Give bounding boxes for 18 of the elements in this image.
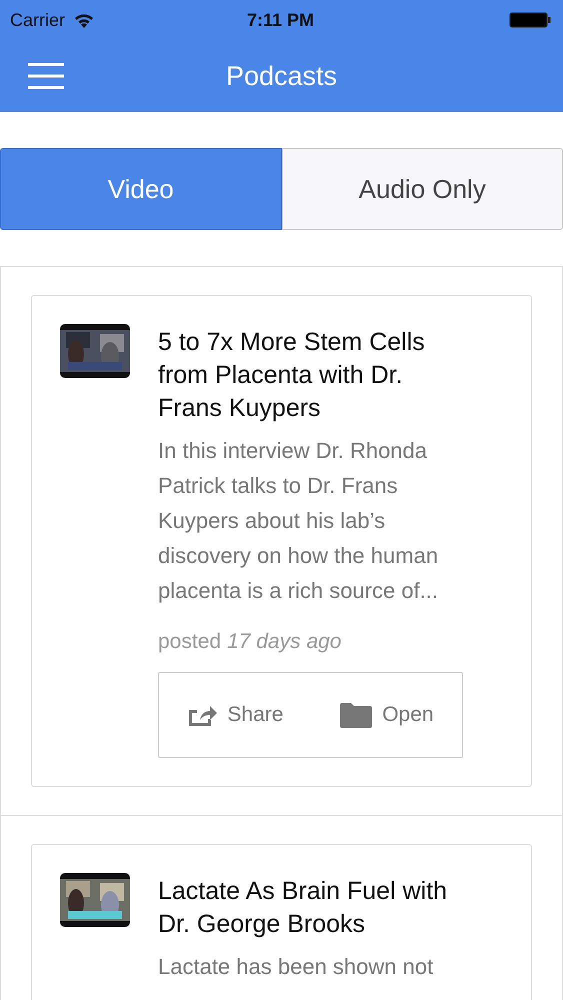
- status-time: 7:11 PM: [246, 10, 314, 30]
- segment-tab[interactable]: Video: [0, 148, 282, 230]
- share-button[interactable]: Share: [181, 696, 290, 734]
- posted-label: posted: [158, 630, 222, 654]
- carrier-name: Carrier: [10, 10, 66, 30]
- podcast-title[interactable]: 5 to 7x More Stem Cells from Placenta with Dr. Frans Kuypers: [158, 326, 463, 425]
- menu-icon: [28, 63, 64, 89]
- battery-icon: [509, 12, 551, 28]
- folder-icon: [340, 702, 372, 728]
- screen-title: Podcasts: [226, 60, 338, 92]
- posted-time: 17 days ago: [227, 630, 342, 654]
- menu-button[interactable]: [28, 63, 64, 89]
- podcast-title[interactable]: Lactate As Brain Fuel with Dr. George Brooks: [158, 875, 463, 941]
- podcast-description: In this interview Dr. Rhonda Patrick talks to Dr. Frans Kuypers about his lab’s discovery on how the human placenta is a rich source of...: [158, 437, 440, 605]
- segment-tab[interactable]: Audio Only: [282, 148, 563, 230]
- podcast-description: Lactate has been shown not: [158, 953, 434, 981]
- wifi-icon: [73, 12, 96, 28]
- open-button[interactable]: Open: [334, 696, 440, 734]
